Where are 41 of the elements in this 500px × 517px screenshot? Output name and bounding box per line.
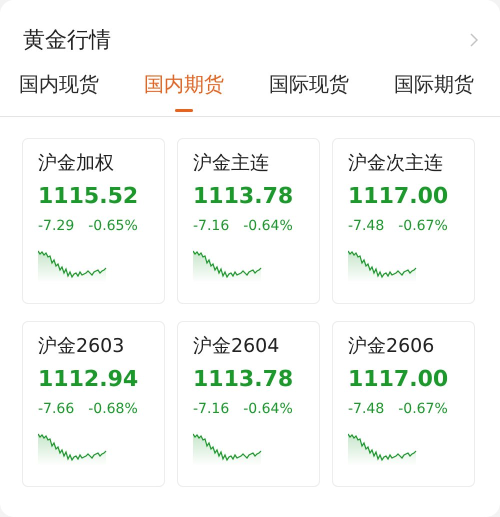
percent-change: -0.65% xyxy=(88,217,138,235)
percent-change: -0.67% xyxy=(398,400,448,418)
contract-name: 沪金2603 xyxy=(38,334,126,358)
contract-name: 沪金主连 xyxy=(193,151,270,175)
contract-name: 沪金2606 xyxy=(348,334,436,358)
contract-name: 沪金次主连 xyxy=(348,151,444,175)
price-sparkline-icon xyxy=(348,432,418,466)
price-change: -7.16 xyxy=(193,400,230,418)
price-sparkline-icon xyxy=(38,249,108,283)
contract-name: 沪金2604 xyxy=(193,334,280,358)
price: 1113.78 xyxy=(193,183,294,211)
price-change: -7.66 xyxy=(38,400,74,418)
price: 1112.94 xyxy=(38,366,140,394)
price-change: -7.29 xyxy=(38,217,74,235)
price: 1115.52 xyxy=(38,183,140,211)
price-sparkline-icon xyxy=(348,249,418,283)
percent-change: -0.64% xyxy=(243,217,293,235)
quote-card[interactable]: 沪金2604 1113.78 -7.16 -0.64% xyxy=(177,321,320,487)
market-tab[interactable]: 国际期货 xyxy=(394,68,474,116)
percent-change: -0.64% xyxy=(243,400,293,418)
price-sparkline-icon xyxy=(193,249,263,283)
quote-card[interactable]: 沪金2603 1112.94 -7.66 -0.68% xyxy=(22,321,165,487)
percent-change: -0.68% xyxy=(88,400,138,418)
price: 1117.00 xyxy=(348,183,450,211)
price-sparkline-icon xyxy=(193,432,263,466)
price-sparkline-icon xyxy=(38,432,108,466)
contract-name: 沪金加权 xyxy=(38,151,115,175)
market-tab[interactable]: 国内现货 xyxy=(19,68,99,116)
price-change: -7.16 xyxy=(193,217,230,235)
market-tab[interactable]: 国际现货 xyxy=(269,68,349,116)
quote-card[interactable]: 沪金加权 1115.52 -7.29 -0.65% xyxy=(22,138,165,304)
panel-title: 黄金行情 xyxy=(23,27,111,55)
price: 1113.78 xyxy=(193,366,294,394)
quote-card[interactable]: 沪金次主连 1117.00 -7.48 -0.67% xyxy=(332,138,475,304)
price: 1117.00 xyxy=(348,366,450,394)
price-change: -7.48 xyxy=(348,217,384,235)
percent-change: -0.67% xyxy=(398,217,448,235)
price-change: -7.48 xyxy=(348,400,384,418)
chevron-right-icon[interactable] xyxy=(470,33,478,47)
quote-card[interactable]: 沪金主连 1113.78 -7.16 -0.64% xyxy=(177,138,320,304)
quote-card[interactable]: 沪金2606 1117.00 -7.48 -0.67% xyxy=(332,321,475,487)
